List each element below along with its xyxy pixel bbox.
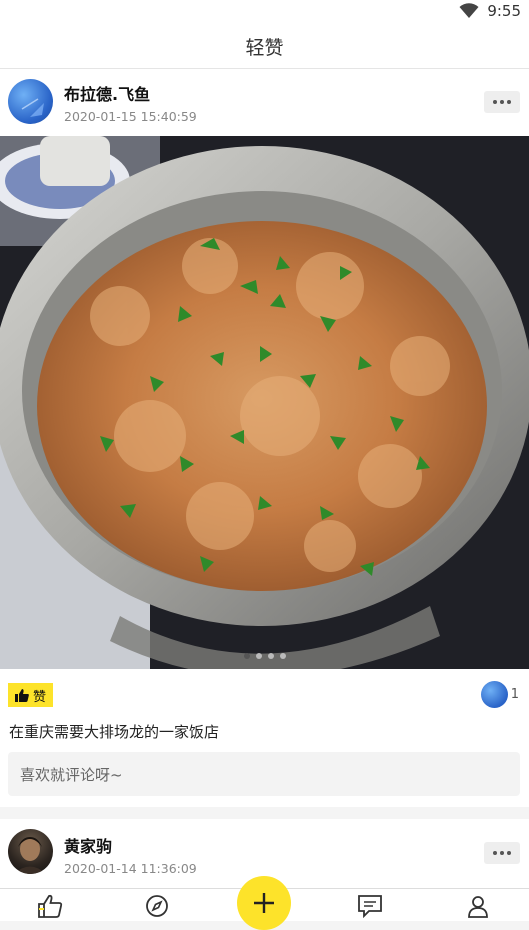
status-bar: 9:55: [0, 0, 529, 24]
post-photo[interactable]: [0, 136, 529, 669]
carousel-dot[interactable]: [243, 653, 250, 659]
food-photo-image: [0, 136, 529, 669]
avatar[interactable]: [8, 829, 53, 874]
wifi-icon: [459, 3, 479, 18]
comment-input[interactable]: 喜欢就评论呀~: [8, 752, 520, 796]
post-caption: 在重庆需要大排场龙的一家饭店: [9, 723, 220, 741]
carousel-dot[interactable]: [279, 653, 286, 659]
more-options-button[interactable]: [484, 91, 520, 113]
more-icon: [493, 100, 511, 104]
app-bar: 轻赞: [0, 24, 529, 69]
status-right: 9:55: [459, 2, 521, 20]
thumbs-up-icon: [38, 894, 63, 918]
tab-messages[interactable]: [356, 893, 384, 919]
like-label: 赞: [33, 689, 47, 705]
username[interactable]: 布拉德.飞鱼: [64, 81, 150, 105]
add-icon: [254, 893, 274, 913]
message-icon: [358, 895, 382, 918]
tab-profile[interactable]: [464, 893, 492, 919]
username[interactable]: 黄家驹: [64, 833, 112, 857]
tab-discover[interactable]: [143, 893, 171, 919]
carousel-dot[interactable]: [267, 653, 274, 659]
compass-icon: [146, 895, 168, 917]
comment-placeholder: 喜欢就评论呀~: [20, 765, 123, 784]
like-button[interactable]: 赞: [8, 683, 54, 707]
status-time: 9:55: [487, 2, 521, 20]
carousel-dot[interactable]: [255, 653, 262, 659]
post-timestamp: 2020-01-14 11:36:09: [64, 861, 197, 876]
liker-avatar[interactable]: [481, 681, 508, 708]
more-icon: [493, 851, 511, 855]
more-options-button[interactable]: [484, 842, 520, 864]
page-title: 轻赞: [245, 36, 284, 59]
tab-likes[interactable]: [36, 893, 64, 919]
user-icon: [468, 896, 488, 918]
post-card: 布拉德.飞鱼 2020-01-15 15:40:59 赞 1 在重庆需要大排场龙…: [0, 69, 529, 807]
like-count: 1: [510, 687, 519, 702]
thumbs-up-icon: [15, 688, 29, 702]
post-timestamp: 2020-01-15 15:40:59: [64, 109, 197, 124]
avatar[interactable]: [8, 79, 53, 124]
add-post-button[interactable]: [237, 876, 291, 930]
carousel-indicator[interactable]: [0, 653, 529, 659]
